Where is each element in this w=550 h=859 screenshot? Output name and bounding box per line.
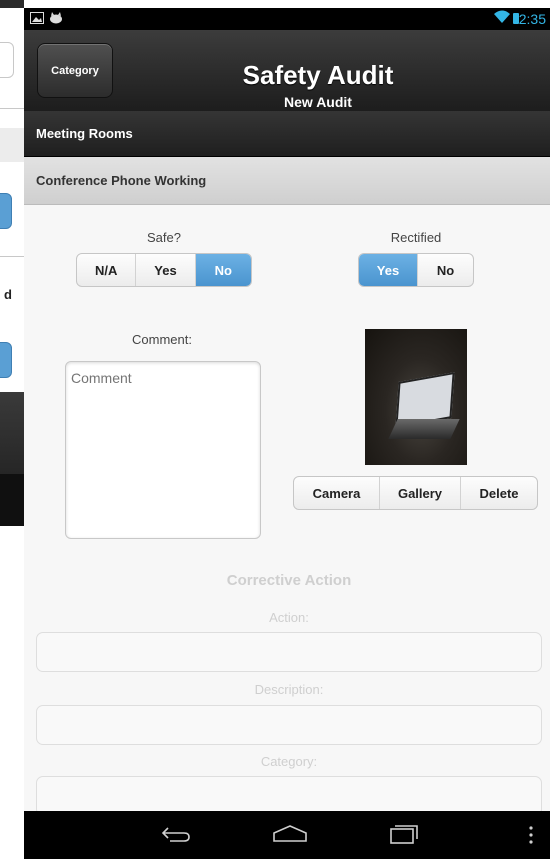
safe-segmented-control: N/A Yes No — [76, 253, 252, 287]
photo-actions: Camera Gallery Delete — [293, 476, 538, 510]
background-empty — [0, 526, 24, 859]
category-field-input[interactable] — [36, 776, 542, 816]
background-divider — [0, 256, 24, 257]
photo-thumbnail — [365, 329, 467, 465]
rectified-yes-button[interactable]: Yes — [359, 254, 418, 286]
background-row — [0, 128, 24, 162]
photo-laptop-keyboard — [388, 419, 460, 439]
background-screen: d — [0, 0, 24, 859]
overflow-menu-icon[interactable] — [528, 825, 534, 850]
background-input — [0, 42, 14, 78]
action-label: Action: — [269, 610, 309, 625]
cat-notification-icon — [48, 12, 64, 27]
category-field-label: Category: — [260, 754, 318, 769]
camera-button[interactable]: Camera — [294, 477, 380, 509]
status-bar: 2:35 — [24, 8, 550, 30]
background-text: d — [4, 287, 12, 302]
navigation-bar — [24, 811, 550, 859]
background-bar — [0, 392, 24, 474]
background-top-strip — [210, 0, 320, 8]
background-divider — [0, 108, 24, 109]
back-icon[interactable] — [160, 823, 192, 850]
clock: 2:35 — [518, 11, 546, 27]
app-window: 2:35 Category Safety Audit New Audit Mee… — [24, 8, 550, 859]
rectified-label: Rectified — [390, 230, 442, 245]
rectified-segmented-control: Yes No — [358, 253, 474, 287]
background-button — [0, 193, 12, 229]
safe-label: Safe? — [147, 230, 181, 245]
safe-no-button[interactable]: No — [195, 254, 251, 286]
audit-item-header: Conference Phone Working — [24, 157, 550, 205]
section-header: Meeting Rooms — [24, 111, 550, 157]
page-subtitle: New Audit — [284, 94, 352, 110]
safe-na-button[interactable]: N/A — [77, 254, 137, 286]
comment-textarea[interactable] — [65, 361, 261, 539]
background-bar — [0, 474, 24, 526]
home-icon[interactable] — [272, 823, 308, 850]
rectified-no-button[interactable]: No — [418, 254, 473, 286]
action-input[interactable] — [36, 632, 542, 672]
description-input[interactable] — [36, 705, 542, 745]
page-title: Safety Audit — [242, 60, 394, 90]
recent-apps-icon[interactable] — [386, 823, 420, 850]
safe-yes-button[interactable]: Yes — [136, 254, 196, 286]
background-status-bar — [0, 0, 24, 8]
gallery-button[interactable]: Gallery — [380, 477, 461, 509]
delete-button[interactable]: Delete — [461, 477, 537, 509]
header-bar: Category Safety Audit New Audit — [24, 30, 550, 112]
corrective-action-title: Corrective Action — [226, 572, 352, 589]
description-label: Description: — [254, 682, 324, 697]
wifi-icon — [494, 10, 510, 27]
image-notification-icon — [30, 12, 44, 27]
comment-label: Comment: — [132, 332, 192, 347]
background-button — [0, 342, 12, 378]
